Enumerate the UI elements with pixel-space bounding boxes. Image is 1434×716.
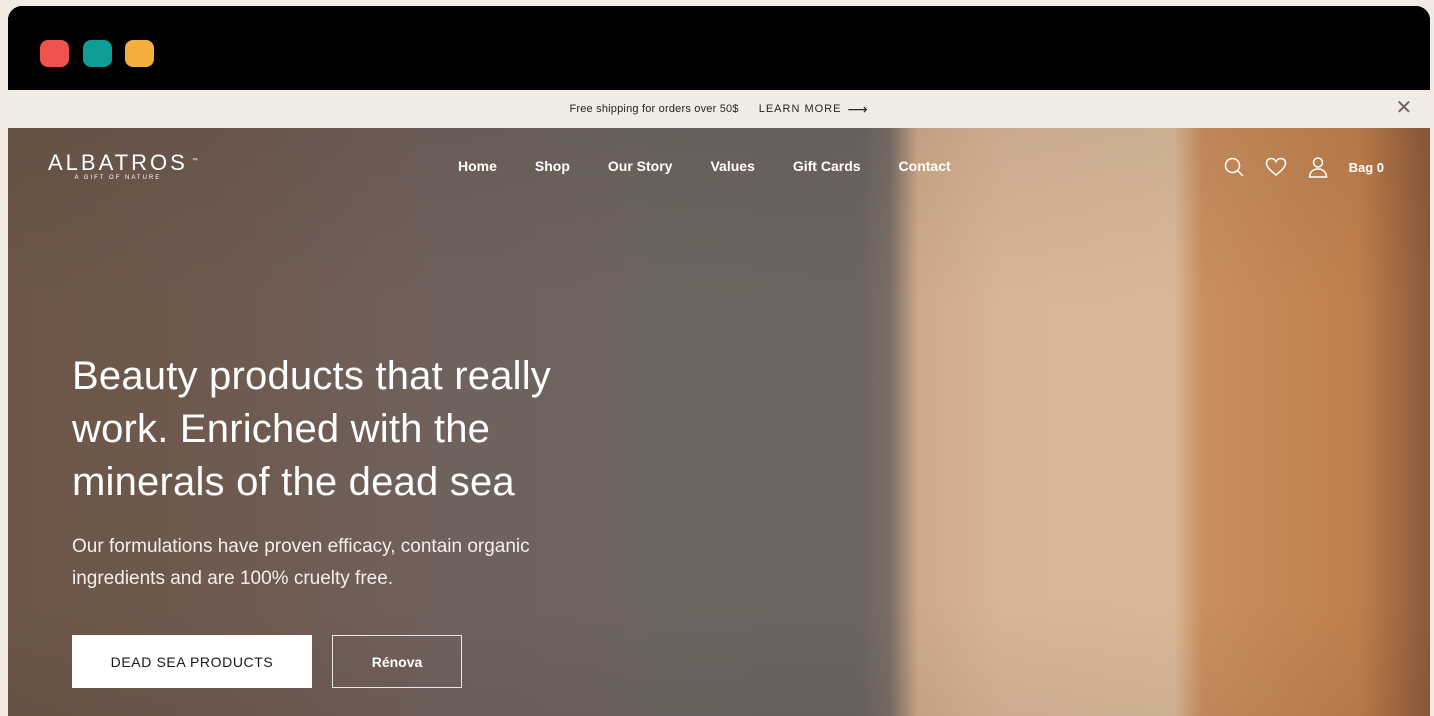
site-logo[interactable]: ALBATROS ™ A GIFT OF NATURE (48, 150, 198, 182)
hero-buttons: DEAD SEA PRODUCTS Rénova (72, 635, 612, 688)
hero-content: Beauty products that really work. Enrich… (72, 350, 612, 688)
renova-button[interactable]: Rénova (332, 635, 462, 688)
announcement-bar: Free shipping for orders over 50$ LEARN … (8, 90, 1430, 128)
header-tools: Bag 0 (1221, 154, 1384, 180)
dead-sea-products-button[interactable]: DEAD SEA PRODUCTS (72, 635, 312, 688)
nav-item-gift-cards[interactable]: Gift Cards (793, 158, 861, 174)
nav-item-our-story[interactable]: Our Story (608, 158, 673, 174)
window-close-button[interactable] (40, 40, 69, 67)
nav-item-shop[interactable]: Shop (535, 158, 570, 174)
nav-item-contact[interactable]: Contact (899, 158, 951, 174)
bag-link[interactable]: Bag 0 (1349, 160, 1384, 175)
logo-trademark: ™ (191, 158, 198, 164)
logo-brand: ALBATROS ™ (48, 150, 198, 175)
logo-tagline: A GIFT OF NATURE (74, 175, 162, 181)
hero-subtext: Our formulations have proven efficacy, c… (72, 536, 530, 589)
learn-more-label: LEARN MORE (758, 103, 842, 115)
announcement-message: Free shipping for orders over 50$ (569, 103, 739, 115)
learn-more-link[interactable]: LEARN MORE ⟶ (759, 101, 869, 118)
window-titlebar (8, 6, 1430, 90)
search-icon[interactable] (1221, 154, 1247, 180)
user-icon[interactable] (1305, 154, 1331, 180)
nav-item-values[interactable]: Values (710, 158, 754, 174)
window-minimize-button[interactable] (83, 40, 112, 67)
arrow-right-icon: ⟶ (847, 100, 869, 117)
browser-window: Free shipping for orders over 50$ LEARN … (8, 6, 1430, 716)
hero-headline: Beauty products that really work. Enrich… (72, 354, 551, 504)
hero-section: ALBATROS ™ A GIFT OF NATURE Home Shop Ou… (8, 128, 1430, 716)
close-icon[interactable]: ✕ (1394, 98, 1414, 119)
heart-icon[interactable] (1263, 154, 1289, 180)
nav-item-home[interactable]: Home (458, 158, 497, 174)
site-header: ALBATROS ™ A GIFT OF NATURE Home Shop Ou… (8, 128, 1430, 204)
main-nav: Home Shop Our Story Values Gift Cards Co… (458, 158, 951, 174)
window-maximize-button[interactable] (125, 40, 154, 67)
